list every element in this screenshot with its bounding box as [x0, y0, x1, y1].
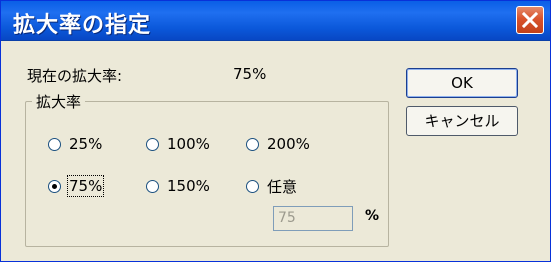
- ok-button[interactable]: OK: [406, 68, 518, 98]
- radio-circle[interactable]: [246, 137, 259, 151]
- radio-circle[interactable]: [48, 137, 61, 151]
- current-zoom-label: 現在の拡大率:: [27, 67, 123, 85]
- title-bar[interactable]: 拡大率の指定: [1, 1, 550, 41]
- close-icon: [521, 11, 539, 29]
- radio-25[interactable]: 25%: [48, 134, 102, 154]
- radio-label: 25%: [69, 135, 103, 153]
- radio-label: 75%: [66, 175, 105, 197]
- radio-circle[interactable]: [146, 179, 159, 193]
- current-zoom-value: 75%: [233, 65, 267, 83]
- radio-150[interactable]: 150%: [146, 176, 210, 196]
- zoom-rate-group: 拡大率 25% 100% 200% 75% 150% 任意 75 %: [25, 91, 389, 247]
- radio-circle[interactable]: [146, 137, 159, 151]
- radio-label: 任意: [267, 177, 298, 196]
- custom-zoom-unit: %: [365, 208, 380, 224]
- radio-label: 200%: [267, 135, 310, 153]
- cancel-button[interactable]: キャンセル: [406, 106, 518, 136]
- radio-75[interactable]: 75%: [48, 175, 105, 197]
- radio-100[interactable]: 100%: [146, 134, 210, 154]
- close-button[interactable]: [516, 6, 544, 34]
- radio-circle[interactable]: [246, 179, 259, 193]
- custom-zoom-input[interactable]: 75: [273, 206, 353, 231]
- zoom-dialog-window: 拡大率の指定 現在の拡大率: 75% OK キャンセル 拡大率 25% 100%…: [0, 0, 551, 262]
- radio-custom[interactable]: 任意: [246, 176, 297, 196]
- zoom-rate-group-label: 拡大率: [32, 91, 86, 112]
- radio-label: 100%: [167, 135, 210, 153]
- radio-circle-selected[interactable]: [48, 179, 61, 193]
- dialog-body: 現在の拡大率: 75% OK キャンセル 拡大率 25% 100% 200% 7…: [1, 41, 550, 261]
- dialog-title: 拡大率の指定: [13, 13, 152, 38]
- radio-label: 150%: [167, 177, 210, 195]
- radio-200[interactable]: 200%: [246, 134, 310, 154]
